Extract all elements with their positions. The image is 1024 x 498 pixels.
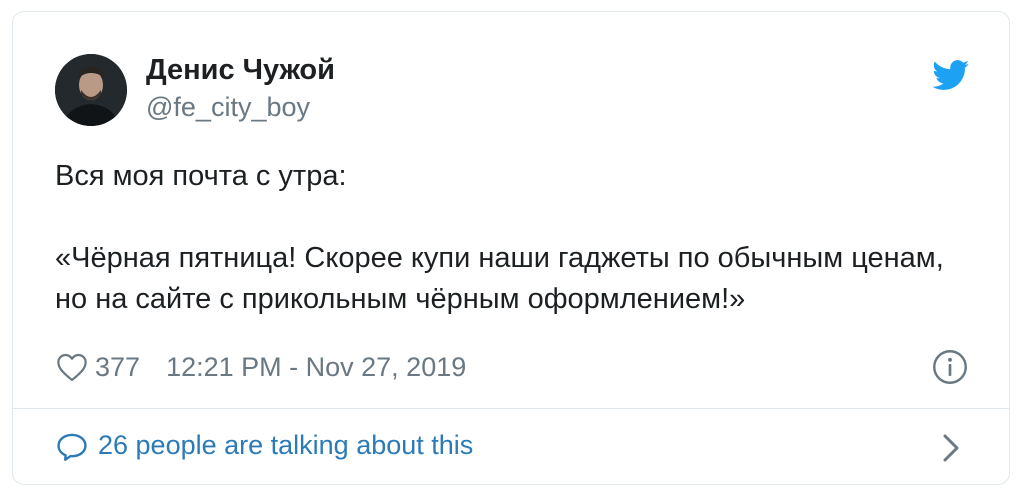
tweet-meta: 377 12:21 PM - Nov 27, 2019 — [55, 347, 466, 387]
info-icon[interactable] — [932, 349, 968, 385]
avatar-photo — [55, 54, 127, 126]
author-name[interactable]: Денис Чужой — [146, 54, 335, 87]
tweet-text-quote: «Чёрная пятница! Скорее купи наши гаджет… — [55, 242, 944, 315]
chevron-right-icon[interactable] — [942, 433, 960, 463]
speech-bubble-icon — [57, 433, 87, 461]
tweet-card: Денис Чужой @fe_city_boy Вся моя почта с… — [12, 11, 1010, 485]
tweet-timestamp[interactable]: 12:21 PM - Nov 27, 2019 — [166, 352, 466, 383]
avatar[interactable] — [55, 54, 127, 126]
like-count[interactable]: 377 — [95, 352, 140, 383]
author-handle[interactable]: @fe_city_boy — [146, 92, 310, 123]
tweet-text-line: Вся моя почта с утра: — [55, 160, 347, 192]
twitter-bird-icon[interactable] — [932, 60, 970, 91]
conversation-link[interactable]: 26 people are talking about this — [13, 409, 1009, 485]
conversation-label[interactable]: 26 people are talking about this — [98, 430, 473, 461]
heart-icon[interactable] — [55, 352, 89, 382]
tweet-text: Вся моя почта с утра: «Чёрная пятница! С… — [55, 156, 975, 320]
